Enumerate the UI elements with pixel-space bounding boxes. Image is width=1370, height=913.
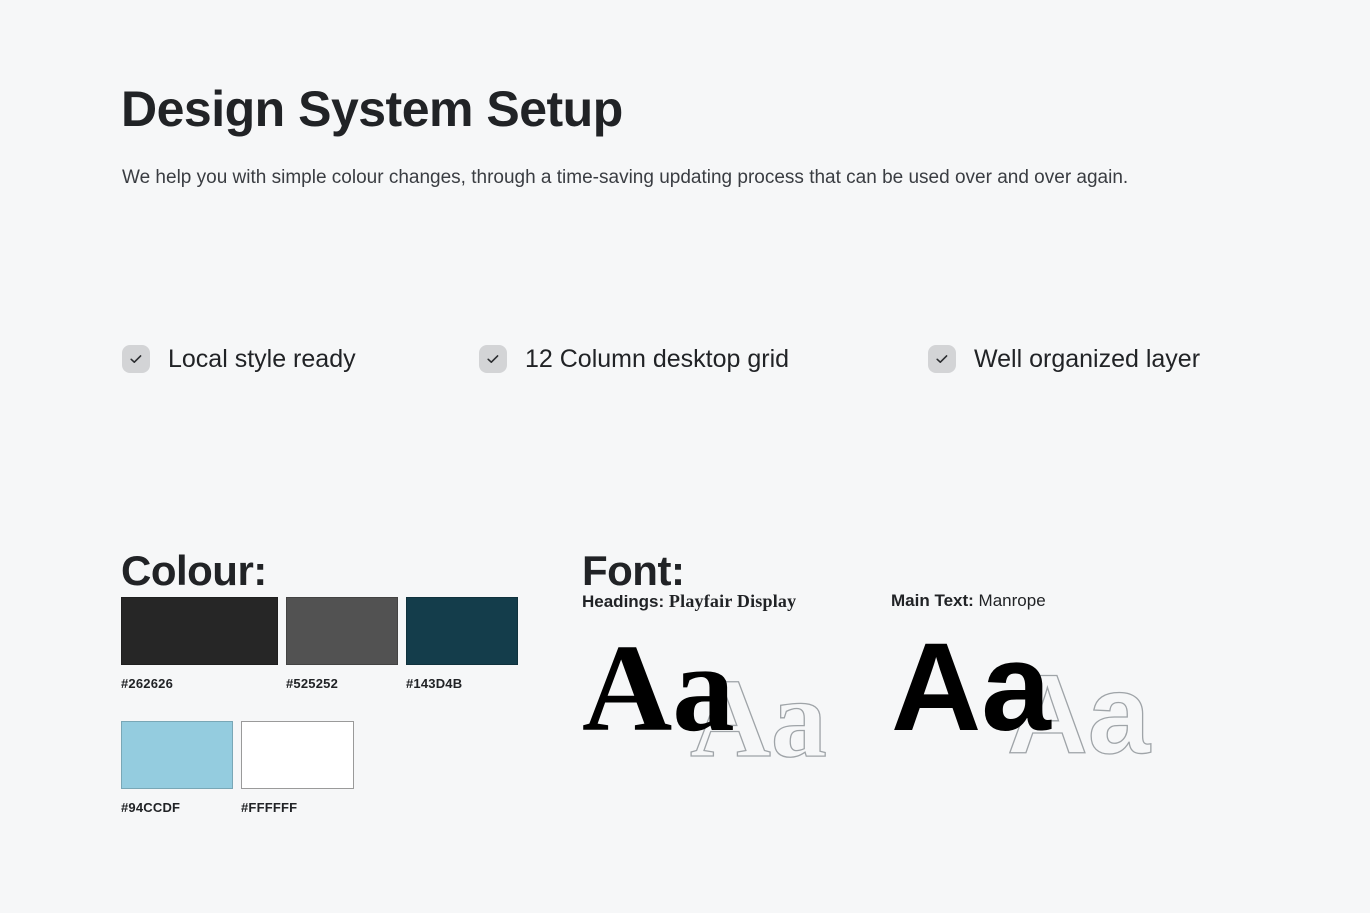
font-entry-value: Manrope — [978, 591, 1046, 610]
colour-chip[interactable] — [406, 597, 518, 665]
colour-swatch[interactable]: #FFFFFF — [241, 721, 354, 815]
font-specimen-solid-glyph: Aa — [582, 619, 735, 758]
colour-chip[interactable] — [121, 597, 278, 665]
feature-checklist: Local style ready 12 Column desktop grid… — [122, 341, 1292, 381]
font-entry-key: Main Text: — [891, 591, 974, 610]
colour-hex-label: #262626 — [121, 676, 174, 691]
colour-swatch[interactable]: #525252 — [286, 597, 398, 691]
colour-hex-label: #143D4B — [406, 676, 463, 691]
page-title: Design System Setup — [121, 80, 623, 137]
colour-section-heading: Colour: — [121, 546, 267, 594]
colour-chip[interactable] — [241, 721, 354, 789]
font-entry-label: Main Text: Manrope — [891, 591, 1181, 611]
colour-swatch[interactable]: #94CCDF — [121, 721, 233, 815]
checklist-item-label: Well organized layer — [974, 344, 1201, 373]
colour-chip[interactable] — [121, 721, 233, 789]
colour-swatch[interactable]: #143D4B — [406, 597, 518, 691]
checklist-item-12-column-desktop-grid[interactable]: 12 Column desktop grid — [479, 341, 789, 377]
font-section-heading: Font: — [582, 546, 685, 594]
font-specimen-solid-glyph: Aa — [891, 618, 1051, 758]
font-entry-main-text: Main Text: Manrope Aa Aa — [891, 591, 1181, 785]
checklist-item-label: Local style ready — [168, 344, 356, 373]
check-icon[interactable] — [479, 345, 507, 373]
checklist-item-local-style-ready[interactable]: Local style ready — [122, 341, 356, 377]
colour-chip[interactable] — [286, 597, 398, 665]
check-icon[interactable] — [928, 345, 956, 373]
check-icon[interactable] — [122, 345, 150, 373]
colour-hex-label: #FFFFFF — [241, 800, 298, 815]
checklist-item-well-organized-layer[interactable]: Well organized layer — [928, 341, 1200, 377]
font-specimen-headings: Aa Aa — [582, 619, 872, 787]
font-entry-key: Headings: — [582, 592, 665, 611]
checklist-item-label: 12 Column desktop grid — [525, 344, 790, 373]
font-entry-value: Playfair Display — [668, 591, 797, 611]
colour-swatch[interactable]: #262626 — [121, 597, 278, 691]
font-entry-label: Headings: Playfair Display — [582, 591, 872, 613]
design-system-page: Design System Setup We help you with sim… — [0, 0, 1370, 913]
colour-hex-label: #525252 — [286, 676, 339, 691]
font-specimen-main-text: Aa Aa — [891, 625, 1181, 785]
colour-hex-label: #94CCDF — [121, 800, 181, 815]
font-entry-headings: Headings: Playfair Display Aa Aa — [582, 591, 872, 787]
page-subtitle: We help you with simple colour changes, … — [122, 167, 1129, 188]
